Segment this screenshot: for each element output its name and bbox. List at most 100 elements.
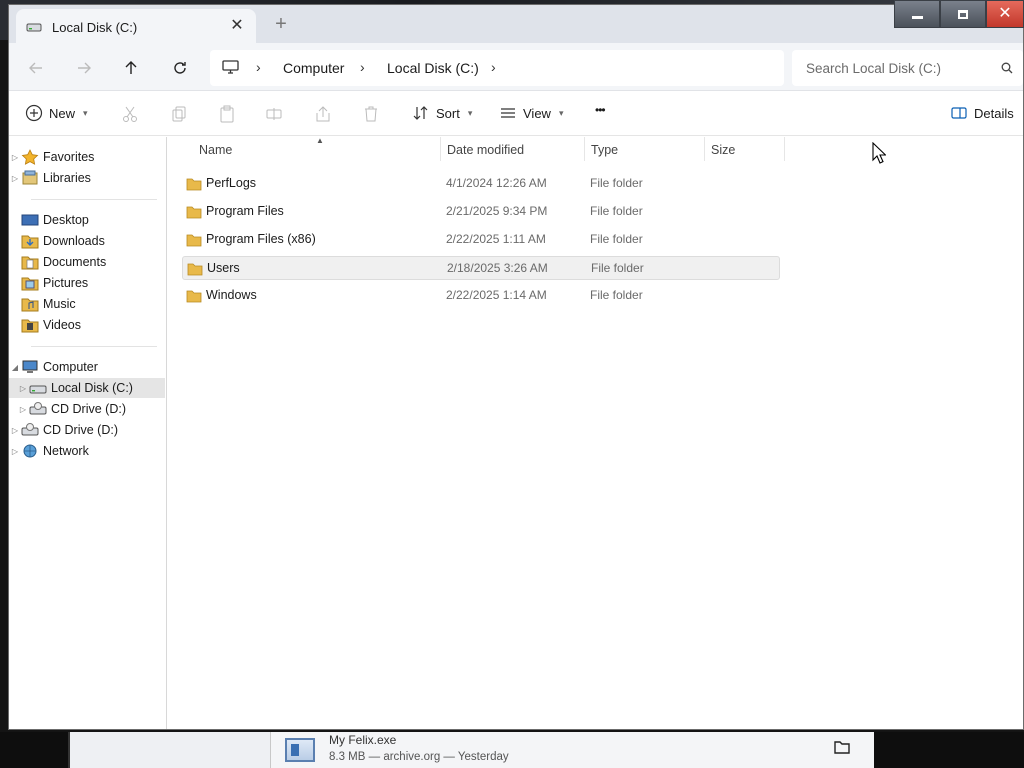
column-divider[interactable]	[584, 137, 585, 161]
file-type: File folder	[590, 176, 643, 190]
sidebar-item-favorites[interactable]: ▷ Favorites	[9, 147, 165, 167]
file-type: File folder	[590, 232, 643, 246]
sort-button[interactable]: Sort ▾	[412, 104, 472, 122]
details-pane-icon	[951, 107, 967, 119]
more-options-button[interactable]: •••	[595, 103, 606, 117]
new-button[interactable]: New ▾	[25, 104, 88, 122]
minimize-button[interactable]	[894, 0, 940, 28]
minimize-icon	[911, 15, 923, 19]
details-label: Details	[974, 105, 1014, 121]
close-window-button[interactable]: ✕	[986, 0, 1024, 28]
forward-button[interactable]	[71, 55, 97, 81]
open-folder-icon[interactable]	[834, 740, 850, 754]
column-divider[interactable]	[440, 137, 441, 161]
sidebar-item-music[interactable]: Music	[9, 294, 165, 314]
table-row[interactable]: Program Files (x86) 2/22/2025 1:11 AM Fi…	[182, 228, 780, 252]
up-button[interactable]	[118, 55, 144, 81]
expand-arrow-icon[interactable]: ▷	[17, 384, 29, 393]
desktop-icon	[21, 214, 39, 226]
file-list: ▲ Name Date modified Type Size PerfLogs …	[168, 136, 1023, 729]
tab-local-disk[interactable]: Local Disk (C:) ✕	[16, 9, 256, 44]
file-name: PerfLogs	[206, 176, 257, 190]
expand-arrow-icon[interactable]: ▷	[9, 426, 21, 435]
sidebar-item-downloads[interactable]: Downloads	[9, 231, 165, 251]
column-header-name[interactable]: Name	[199, 143, 232, 157]
share-icon[interactable]	[314, 105, 332, 123]
sidebar-item-network[interactable]: ▷ Network	[9, 441, 165, 461]
chevron-right-icon[interactable]: ›	[491, 59, 496, 75]
chevron-down-icon: ▾	[558, 107, 564, 118]
folder-icon	[187, 263, 203, 276]
column-header-size[interactable]: Size	[711, 143, 735, 157]
sidebar-item-label: Videos	[43, 318, 81, 332]
breadcrumb-computer[interactable]: Computer	[283, 60, 344, 76]
sidebar-item-local-disk[interactable]: ▷ Local Disk (C:)	[9, 378, 165, 398]
rename-icon[interactable]	[265, 105, 283, 123]
videos-folder-icon	[21, 319, 39, 333]
chevron-right-icon[interactable]: ›	[360, 59, 365, 75]
tab-title: Local Disk (C:)	[52, 20, 138, 35]
copy-icon[interactable]	[170, 105, 188, 123]
new-tab-button[interactable]: +	[271, 14, 291, 35]
sidebar-item-desktop[interactable]: Desktop	[9, 210, 165, 230]
sort-ascending-icon: ▲	[316, 136, 324, 145]
table-row[interactable]: Program Files 2/21/2025 9:34 PM File fol…	[182, 200, 780, 224]
table-row[interactable]: Users 2/18/2025 3:26 AM File folder	[182, 256, 780, 280]
sort-label: Sort	[436, 105, 460, 121]
column-header-date[interactable]: Date modified	[447, 143, 524, 157]
collapse-arrow-icon[interactable]: ◢	[9, 363, 21, 372]
details-pane-button[interactable]: Details	[950, 104, 1014, 122]
column-header-type[interactable]: Type	[591, 143, 618, 157]
column-divider[interactable]	[784, 137, 785, 161]
search-box[interactable]: Search Local Disk (C:)	[792, 50, 1023, 86]
download-item[interactable]: My Felix.exe 8.3 MB — archive.org — Yest…	[270, 732, 874, 768]
cut-icon[interactable]	[121, 105, 139, 123]
file-name: Users	[207, 261, 240, 275]
file-type: File folder	[591, 261, 644, 275]
sidebar-item-documents[interactable]: Documents	[9, 252, 165, 272]
cd-drive-icon	[29, 402, 47, 415]
sidebar-item-label: CD Drive (D:)	[43, 423, 118, 437]
sidebar-item-computer[interactable]: ◢ Computer	[9, 357, 165, 377]
divider	[31, 199, 157, 200]
folder-icon	[186, 206, 202, 219]
file-date: 2/22/2025 1:14 AM	[446, 288, 547, 302]
delete-icon[interactable]	[362, 105, 380, 123]
close-tab-icon[interactable]: ✕	[228, 17, 246, 35]
documents-folder-icon	[21, 256, 39, 270]
sidebar-item-pictures[interactable]: Pictures	[9, 273, 165, 293]
file-date: 2/22/2025 1:11 AM	[446, 232, 546, 246]
expand-arrow-icon[interactable]: ▷	[9, 174, 21, 183]
sidebar-item-cd-drive[interactable]: ▷ CD Drive (D:)	[9, 420, 165, 440]
breadcrumb-local-disk[interactable]: Local Disk (C:)	[387, 60, 479, 76]
mouse-cursor-icon	[872, 142, 886, 164]
expand-arrow-icon[interactable]: ▷	[9, 153, 21, 162]
address-bar[interactable]: › Computer › Local Disk (C:) ›	[210, 50, 784, 86]
view-button[interactable]: View ▾	[499, 104, 563, 122]
sidebar-item-label: Documents	[43, 255, 107, 269]
drive-icon	[26, 23, 42, 32]
paste-icon[interactable]	[218, 105, 236, 123]
file-name: Windows	[206, 288, 257, 302]
command-bar: New ▾ Sort ▾ View ▾ ••• Details	[9, 92, 1023, 136]
file-date: 2/21/2025 9:34 PM	[446, 204, 548, 218]
table-row[interactable]: Windows 2/22/2025 1:14 AM File folder	[182, 284, 780, 308]
search-input[interactable]: Search Local Disk (C:)	[806, 61, 941, 76]
back-button[interactable]	[23, 55, 49, 81]
downloads-folder-icon	[21, 235, 39, 249]
navigation-bar: › Computer › Local Disk (C:) › Search Lo…	[9, 43, 1023, 91]
column-divider[interactable]	[704, 137, 705, 161]
expand-arrow-icon[interactable]: ▷	[17, 405, 29, 414]
sidebar-item-videos[interactable]: Videos	[9, 315, 165, 335]
refresh-button[interactable]	[167, 55, 193, 81]
sidebar-item-cd-drive-child[interactable]: ▷ CD Drive (D:)	[9, 399, 165, 419]
maximize-button[interactable]	[940, 0, 986, 28]
view-list-icon	[501, 108, 515, 118]
sidebar-item-label: Pictures	[43, 276, 89, 290]
table-row[interactable]: PerfLogs 4/1/2024 12:26 AM File folder	[182, 172, 780, 196]
chevron-right-icon[interactable]: ›	[256, 59, 261, 75]
expand-arrow-icon[interactable]: ▷	[9, 447, 21, 456]
sidebar-item-label: Network	[43, 444, 89, 458]
network-icon	[23, 444, 37, 458]
sidebar-item-libraries[interactable]: ▷ Libraries	[9, 168, 165, 188]
